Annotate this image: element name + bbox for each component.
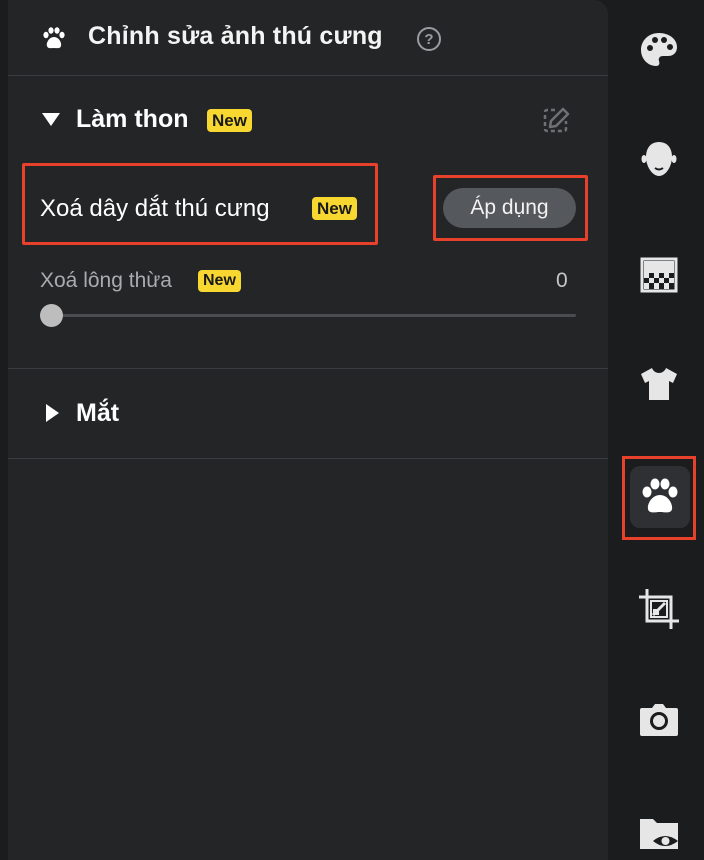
new-badge: New bbox=[207, 109, 252, 132]
tool-folder-view[interactable] bbox=[632, 806, 686, 860]
panel-header: Chỉnh sửa ảnh thú cưng ? bbox=[8, 0, 608, 76]
background-pattern-icon bbox=[640, 257, 678, 293]
tool-camera[interactable] bbox=[632, 694, 686, 748]
new-badge: New bbox=[198, 270, 241, 292]
caret-down-icon[interactable] bbox=[42, 113, 60, 126]
face-icon bbox=[641, 142, 677, 176]
caret-right-icon[interactable] bbox=[46, 404, 59, 422]
paw-icon bbox=[43, 27, 65, 49]
pet-edit-panel: Chỉnh sửa ảnh thú cưng ? Làm thon New Xo… bbox=[8, 0, 608, 860]
edit-pencil-icon[interactable] bbox=[541, 105, 571, 135]
crop-icon bbox=[639, 589, 679, 629]
fur-removal-slider-thumb[interactable] bbox=[40, 304, 63, 327]
fur-removal-slider-track[interactable] bbox=[40, 314, 576, 317]
question-circle-icon[interactable]: ? bbox=[417, 27, 441, 51]
section-slim: Làm thon New Xoá dây dắt thú cưng New Áp… bbox=[8, 77, 608, 369]
new-badge: New bbox=[312, 197, 357, 220]
palette-icon bbox=[641, 33, 677, 66]
pet-edit-screen: Chỉnh sửa ảnh thú cưng ? Làm thon New Xo… bbox=[0, 0, 704, 860]
fur-removal-value: 0 bbox=[556, 269, 568, 292]
section-eyes: Mắt bbox=[8, 370, 608, 459]
apply-button[interactable]: Áp dụng bbox=[443, 188, 576, 228]
tool-rail bbox=[614, 0, 704, 860]
tool-clothing[interactable] bbox=[632, 357, 686, 411]
panel-title: Chỉnh sửa ảnh thú cưng bbox=[88, 22, 383, 50]
folder-eye-icon bbox=[640, 819, 678, 849]
tshirt-icon bbox=[641, 368, 677, 400]
tool-palette[interactable] bbox=[632, 23, 686, 77]
tool-crop[interactable] bbox=[632, 582, 686, 636]
section-slim-title[interactable]: Làm thon bbox=[76, 105, 189, 134]
leash-removal-label: Xoá dây dắt thú cưng bbox=[40, 195, 270, 222]
highlight-pet-tool bbox=[622, 456, 696, 540]
fur-removal-label: Xoá lông thừa bbox=[40, 269, 172, 292]
tool-face[interactable] bbox=[632, 133, 686, 187]
section-eyes-title[interactable]: Mắt bbox=[76, 399, 119, 428]
camera-icon bbox=[640, 704, 678, 736]
tool-background[interactable] bbox=[632, 248, 686, 302]
